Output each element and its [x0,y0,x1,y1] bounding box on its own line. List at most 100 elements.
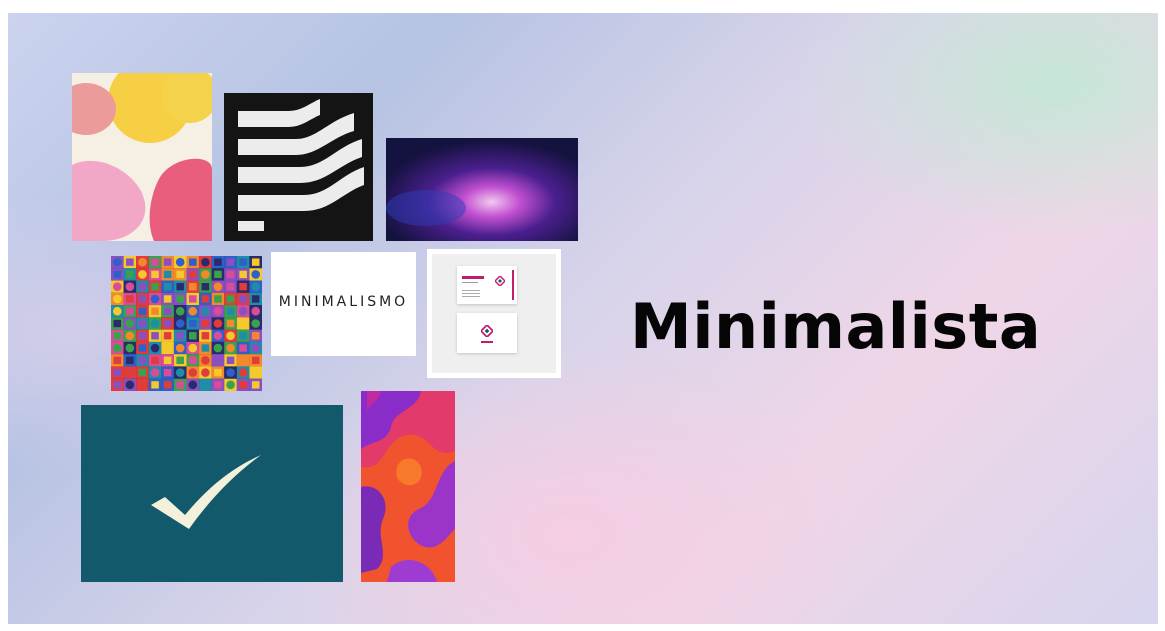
grid-shape [176,356,184,364]
grid-shape [226,356,235,364]
grid-shape [239,283,247,291]
grid-shape [201,295,210,303]
grid-shape [113,319,122,328]
grid-shape [138,381,147,389]
grid-shape [226,380,235,390]
grid-shape [189,332,197,340]
grid-shape [226,295,235,303]
grid-shape [112,257,122,267]
grid-shape [214,258,222,266]
grid-shape [176,295,184,303]
grid-shape [238,368,248,377]
grid-shape [251,368,260,377]
grid-shape [189,295,197,303]
grid-shape [251,282,261,291]
checkmark-tile [81,405,343,582]
grid-shape [125,331,135,341]
grid-shape [163,258,172,266]
grid-shape [151,307,159,315]
grid-shape [113,356,122,364]
grid-shape [112,294,122,304]
minimalismo-text: MINIMALISMO [278,294,409,310]
grid-shape [163,356,172,364]
grid-shape [163,319,172,328]
grid-shape [188,368,198,377]
grid-shape [151,332,159,340]
grid-shape [175,319,185,328]
grid-shape [163,307,172,315]
grid-shape [251,258,260,266]
grid-shape [150,368,160,377]
minimalismo-card: MINIMALISMO [271,252,416,356]
card-line [462,282,478,283]
grid-shape [188,380,198,390]
grid-shape [138,282,147,291]
grid-shape [163,295,172,303]
card-name-bar [462,276,484,279]
geometric-grid-art [111,256,262,391]
grid-shape [239,344,247,352]
grid-shape [226,283,235,291]
grid-shape [151,270,159,279]
grid-shape [251,343,261,353]
grid-shape [188,356,198,365]
grid-shape [201,257,210,267]
grid-shape [175,257,185,267]
grid-shape [126,295,134,303]
grid-shape [163,332,172,340]
grid-shape [213,331,223,341]
purple-glow-image [386,138,578,241]
grid-shape [251,319,261,328]
organic-blobs-art [72,73,212,241]
grid-shape [126,356,134,364]
grid-shape [151,283,159,291]
grid-shape [214,368,222,377]
grid-shape [163,344,172,352]
grid-shape [125,343,135,353]
grid-shape [126,270,134,279]
card-logo-icon [495,276,505,286]
grid-shape [175,368,185,377]
grid-shape [201,319,210,328]
business-card-front [457,266,517,304]
card-line [462,290,480,291]
grid-shape [226,343,235,353]
grid-shape [138,356,147,365]
grid-shape [189,258,197,266]
grid-shape [125,368,135,377]
grid-shape [175,306,185,316]
grid-shape [201,381,210,389]
curved-stripes-art [224,93,373,241]
grid-shape [125,319,135,328]
grid-shape [251,356,260,364]
grid-shape [226,331,235,341]
grid-shape [138,295,147,303]
grid-shape [201,306,210,316]
curved-stripes-image [224,93,373,241]
card-logo-icon [481,325,493,337]
grid-shape [239,356,247,364]
grid-shape [176,381,184,389]
grid-shape [214,295,222,303]
grid-shape [138,307,147,315]
grid-shape [251,306,261,316]
grid-shape [113,381,122,389]
grid-shape [213,306,223,316]
grid-shape [151,381,159,389]
grid-shape [138,332,147,340]
grid-shape [238,380,248,390]
organic-blobs-image [72,73,212,241]
grid-shape [176,283,184,291]
papercut-waves-art [361,391,455,582]
card-accent-stripe [512,270,514,300]
business-card-mockup-image [427,249,561,378]
grid-shape [126,258,134,266]
grid-shape [138,270,147,279]
grid-shape [188,306,198,316]
grid-shape [112,343,122,353]
grid-shape [226,368,235,377]
grid-shape [226,319,235,328]
grid-shape [163,381,172,389]
grid-shape [201,270,210,279]
business-card-back [457,313,517,353]
